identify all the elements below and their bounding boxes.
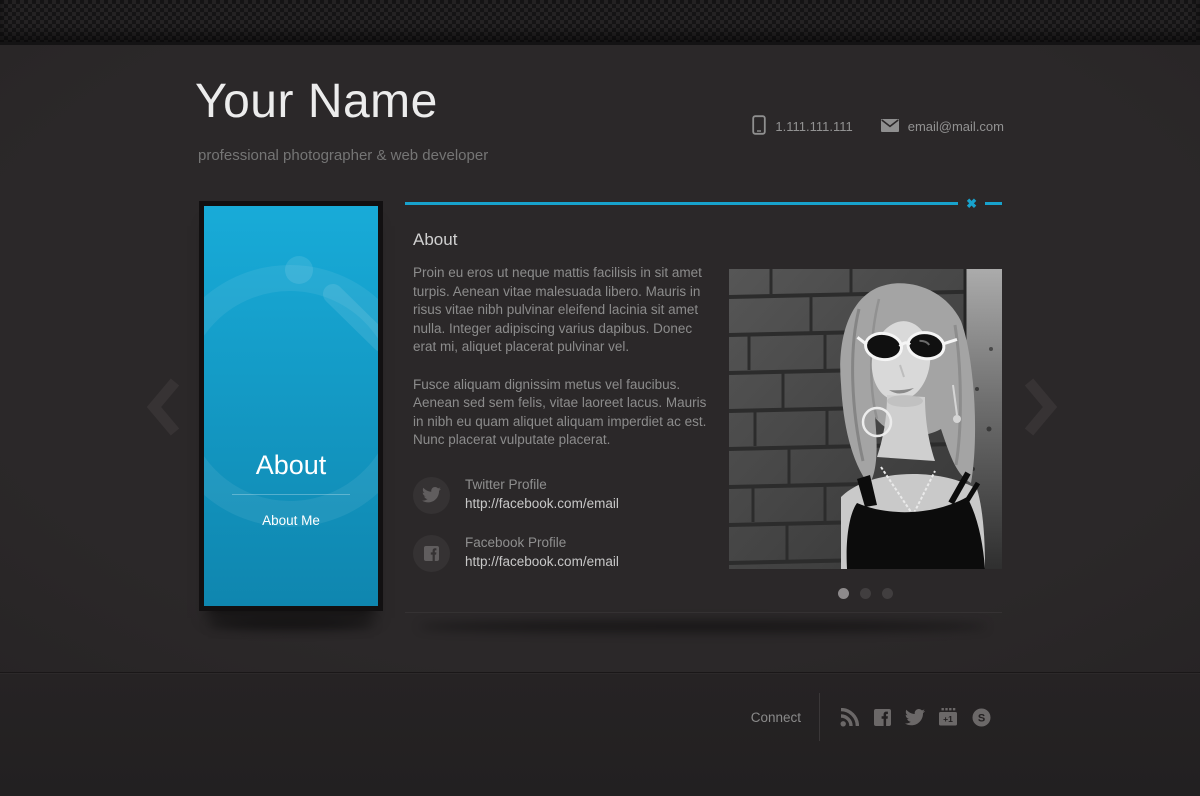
rss-icon[interactable] xyxy=(838,706,860,728)
about-paragraph: Fusce aliquam dignissim metus vel faucib… xyxy=(413,376,709,450)
facebook-icon[interactable] xyxy=(871,706,893,728)
close-icon[interactable]: ✖ xyxy=(965,197,978,210)
link-url[interactable]: http://facebook.com/email xyxy=(465,554,619,569)
googleplus-icon[interactable]: +1 xyxy=(937,706,959,728)
accent-rule xyxy=(405,202,958,205)
page: Your Name professional photographer & we… xyxy=(0,0,1200,796)
site-tagline: professional photographer & web develope… xyxy=(198,147,488,164)
panel-top-rule: ✖ xyxy=(405,196,1002,210)
card-divider xyxy=(232,494,350,495)
twitter-profile-link[interactable]: Twitter Profile http://facebook.com/emai… xyxy=(413,477,709,514)
email-contact: email@mail.com xyxy=(881,119,1004,135)
panel-drop-shadow xyxy=(419,621,987,632)
phone-contact: 1.111.111.111 xyxy=(752,115,852,138)
contact-info: 1.111.111.111 email@mail.com xyxy=(752,115,1004,138)
carousel-dot-1[interactable] xyxy=(838,588,849,599)
phone-icon xyxy=(752,115,766,138)
card-title: About xyxy=(204,450,378,481)
prev-arrow[interactable] xyxy=(147,378,181,439)
accent-rule-short xyxy=(985,202,1002,205)
about-panel: ✖ About Proin eu eros ut neque mattis fa… xyxy=(405,196,1002,599)
email-icon xyxy=(881,119,899,135)
facebook-icon xyxy=(413,535,450,572)
email-address[interactable]: email@mail.com xyxy=(908,119,1004,134)
svg-text:S: S xyxy=(977,712,984,724)
carousel-dot-3[interactable] xyxy=(882,588,893,599)
about-watermark-icon xyxy=(204,206,378,606)
social-icons: +1 S xyxy=(838,706,992,728)
link-title: Facebook Profile xyxy=(465,535,619,550)
chevron-right-icon xyxy=(1023,378,1057,436)
link-url[interactable]: http://facebook.com/email xyxy=(465,496,619,511)
chevron-left-icon xyxy=(147,378,181,436)
card-drop-shadow xyxy=(208,619,374,630)
link-title: Twitter Profile xyxy=(465,477,619,492)
carousel-dot-2[interactable] xyxy=(860,588,871,599)
about-text-column: Proin eu eros ut neque mattis facilisis … xyxy=(413,264,709,572)
card-menu-item-about-me[interactable]: About Me xyxy=(204,513,378,528)
panel-bottom-divider xyxy=(405,612,1002,613)
connect-label: Connect xyxy=(751,710,801,725)
facebook-profile-link[interactable]: Facebook Profile http://facebook.com/ema… xyxy=(413,535,709,572)
about-menu-card[interactable]: About About Me xyxy=(199,201,383,611)
next-arrow[interactable] xyxy=(1023,378,1057,439)
about-menu-card-face: About About Me xyxy=(204,206,378,606)
skype-icon[interactable]: S xyxy=(970,706,992,728)
twitter-icon[interactable] xyxy=(904,706,926,728)
carousel-dots xyxy=(729,588,1002,599)
footer-divider xyxy=(819,693,820,741)
footer: Connect +1 S xyxy=(0,672,1200,796)
site-title: Your Name xyxy=(195,74,438,129)
svg-text:+1: +1 xyxy=(943,714,953,724)
carbon-texture-strip xyxy=(0,0,1200,45)
phone-number: 1.111.111.111 xyxy=(775,119,852,134)
portrait-photo xyxy=(729,269,1002,569)
about-paragraph: Proin eu eros ut neque mattis facilisis … xyxy=(413,264,709,357)
portrait-slide xyxy=(729,264,1002,599)
twitter-icon xyxy=(413,477,450,514)
section-heading: About xyxy=(413,230,1002,250)
